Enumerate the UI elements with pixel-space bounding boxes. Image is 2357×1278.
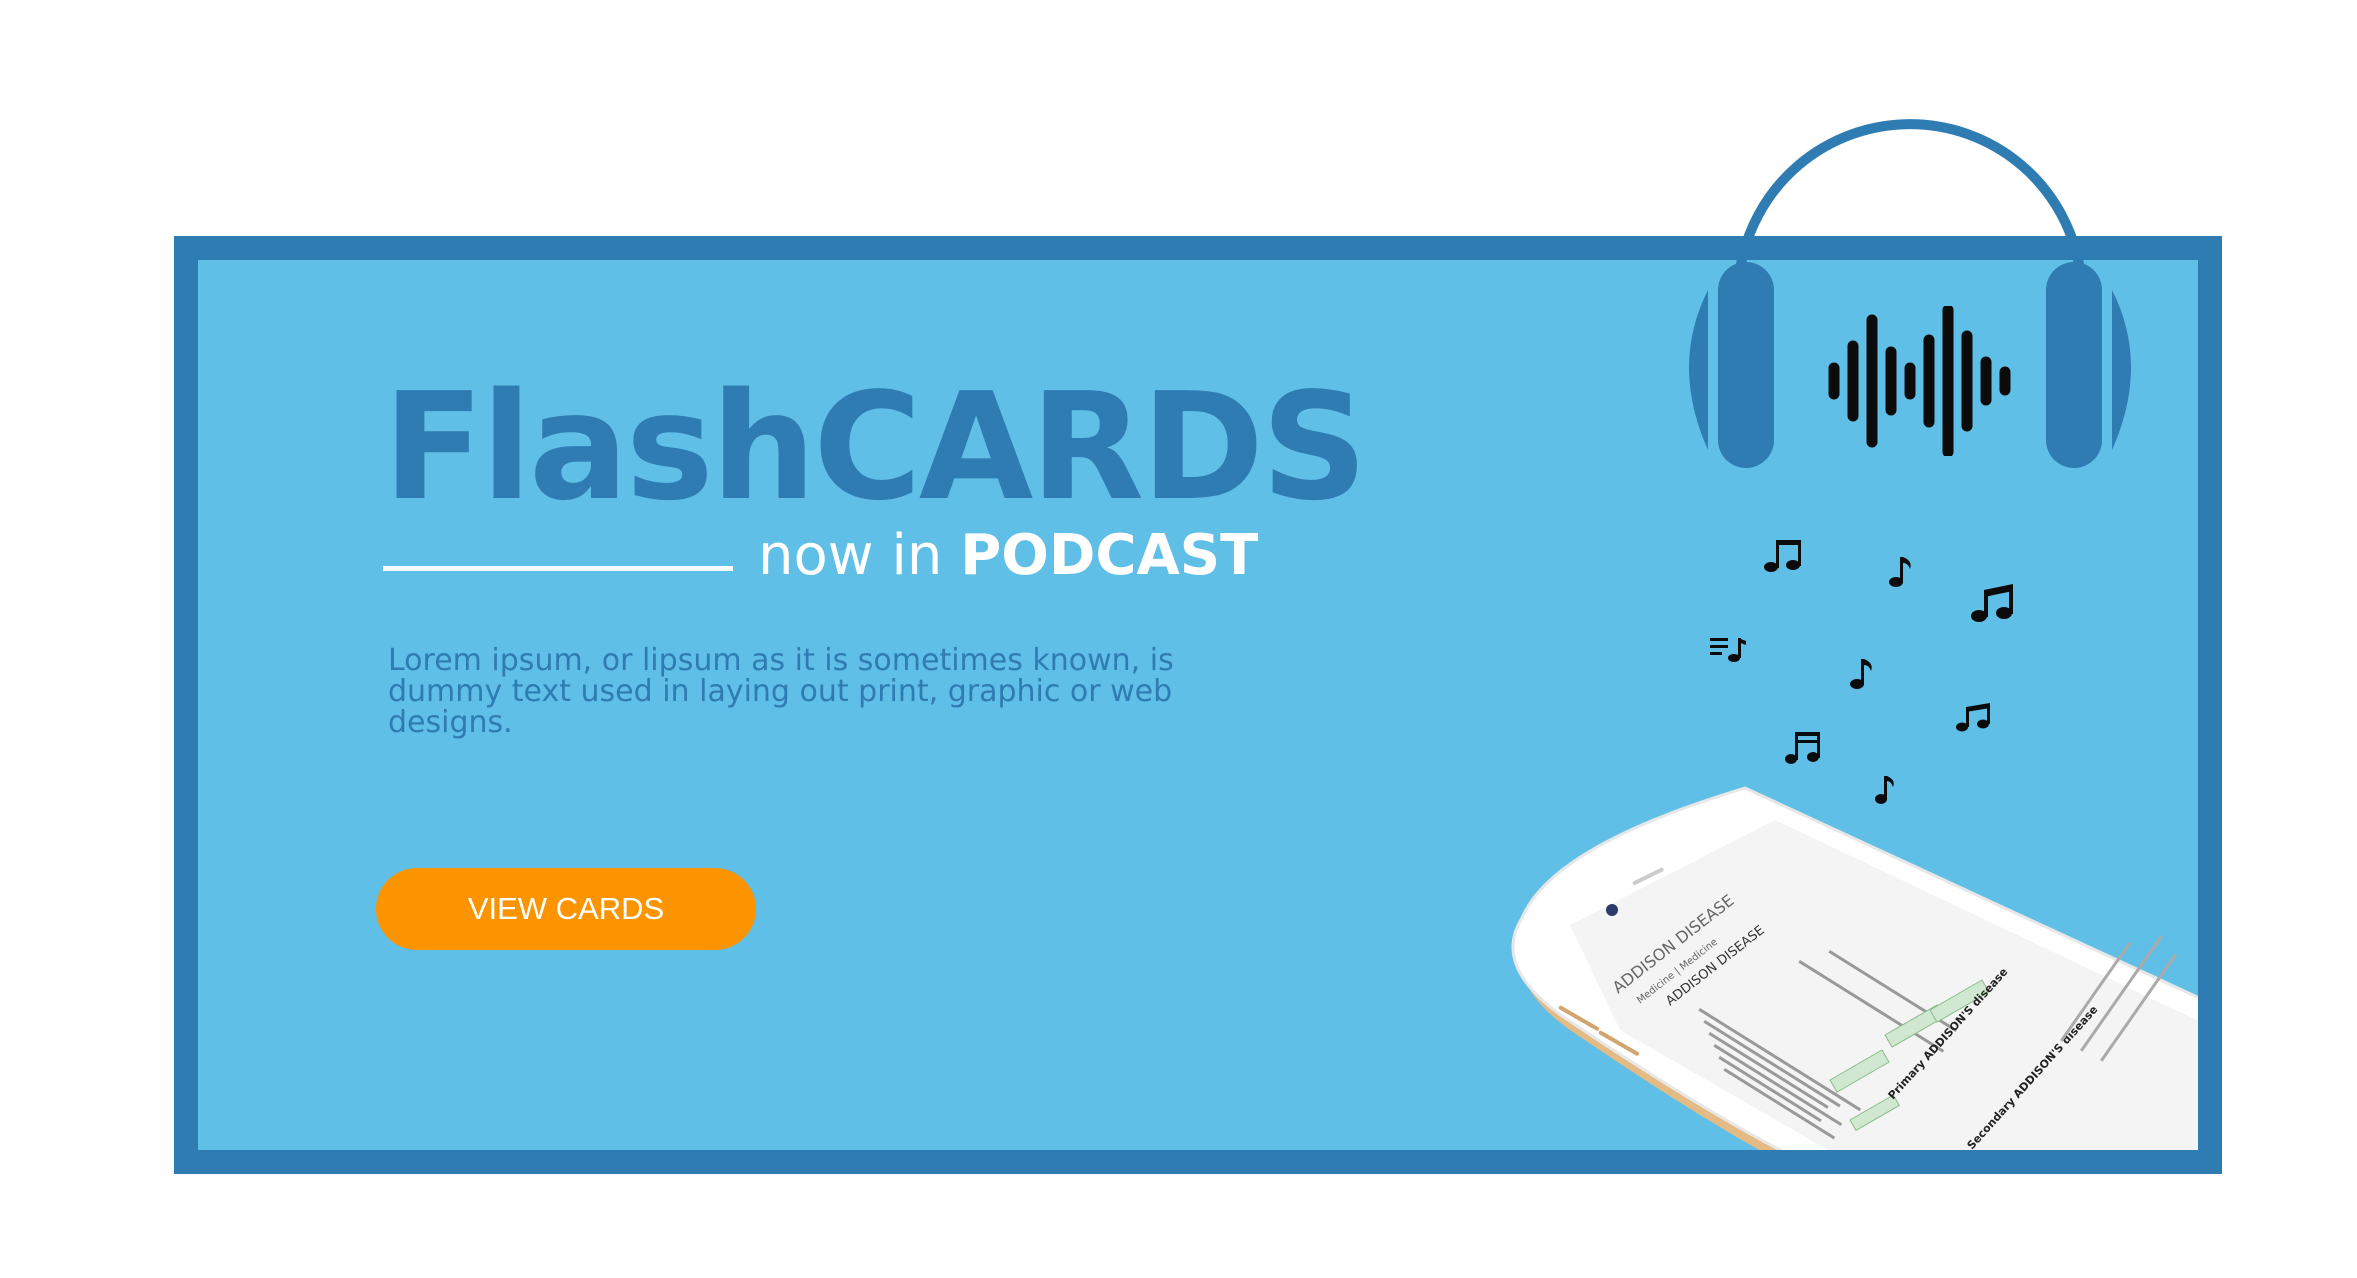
banner-subtitle: now in PODCAST [758, 528, 1258, 584]
banner-description: Lorem ipsum, or lipsum as it is sometime… [388, 643, 1174, 740]
music-note-icon [1956, 703, 1990, 732]
music-note-icon [1850, 659, 1872, 689]
soundwave-icon [1828, 306, 2011, 456]
view-cards-button[interactable]: VIEW CARDS [376, 868, 756, 950]
music-note-icon [1764, 540, 1801, 572]
subtitle-emphasis: PODCAST [960, 523, 1259, 588]
subtitle-prefix: now in [758, 523, 943, 588]
music-note-icon [1889, 557, 1911, 587]
title-divider [383, 566, 733, 571]
music-note-icon [1785, 732, 1820, 764]
smartphone-illustration: ADDISON DISEASE Medicine | Medicine ADDI… [1511, 786, 2198, 1150]
music-note-icon [1971, 584, 2013, 622]
music-note-icon [1710, 638, 1746, 662]
banner-title: FlashCARDS [383, 361, 1368, 533]
